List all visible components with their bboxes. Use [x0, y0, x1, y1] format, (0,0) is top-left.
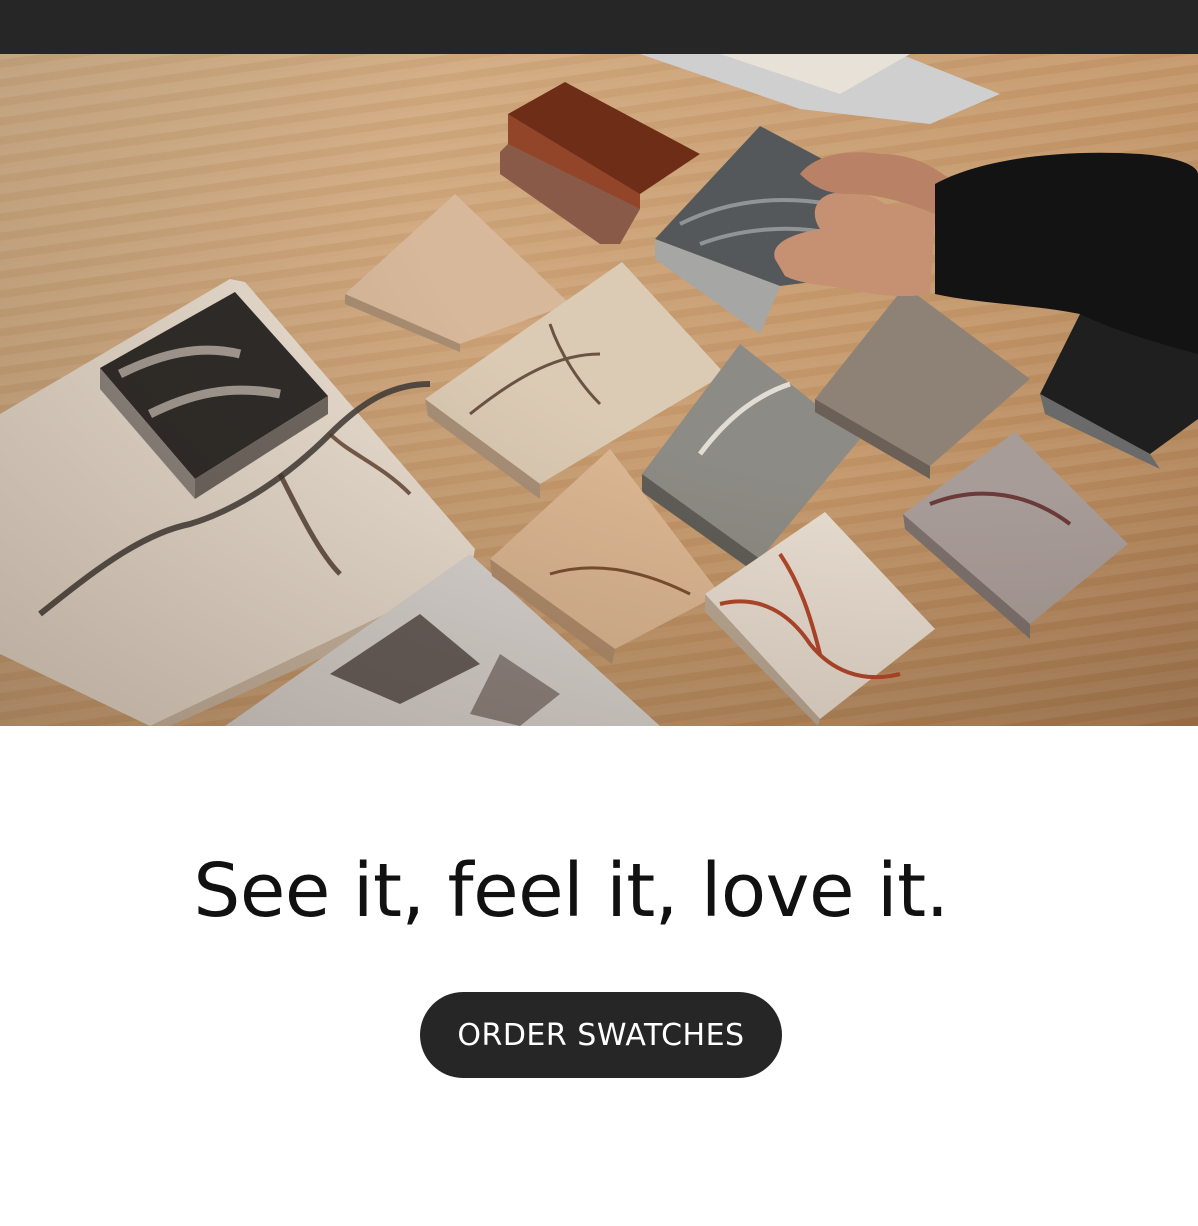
- top-bar: [0, 0, 1198, 54]
- order-swatches-button[interactable]: ORDER SWATCHES: [420, 992, 782, 1078]
- beige-swatch: [345, 194, 570, 344]
- pink-grey-swatch: [903, 432, 1128, 624]
- black-sleeve: [935, 152, 1198, 354]
- headline: See it, feel it, love it.: [193, 848, 949, 934]
- stone-swatches-illustration: [0, 54, 1198, 726]
- hero-image: [0, 54, 1198, 726]
